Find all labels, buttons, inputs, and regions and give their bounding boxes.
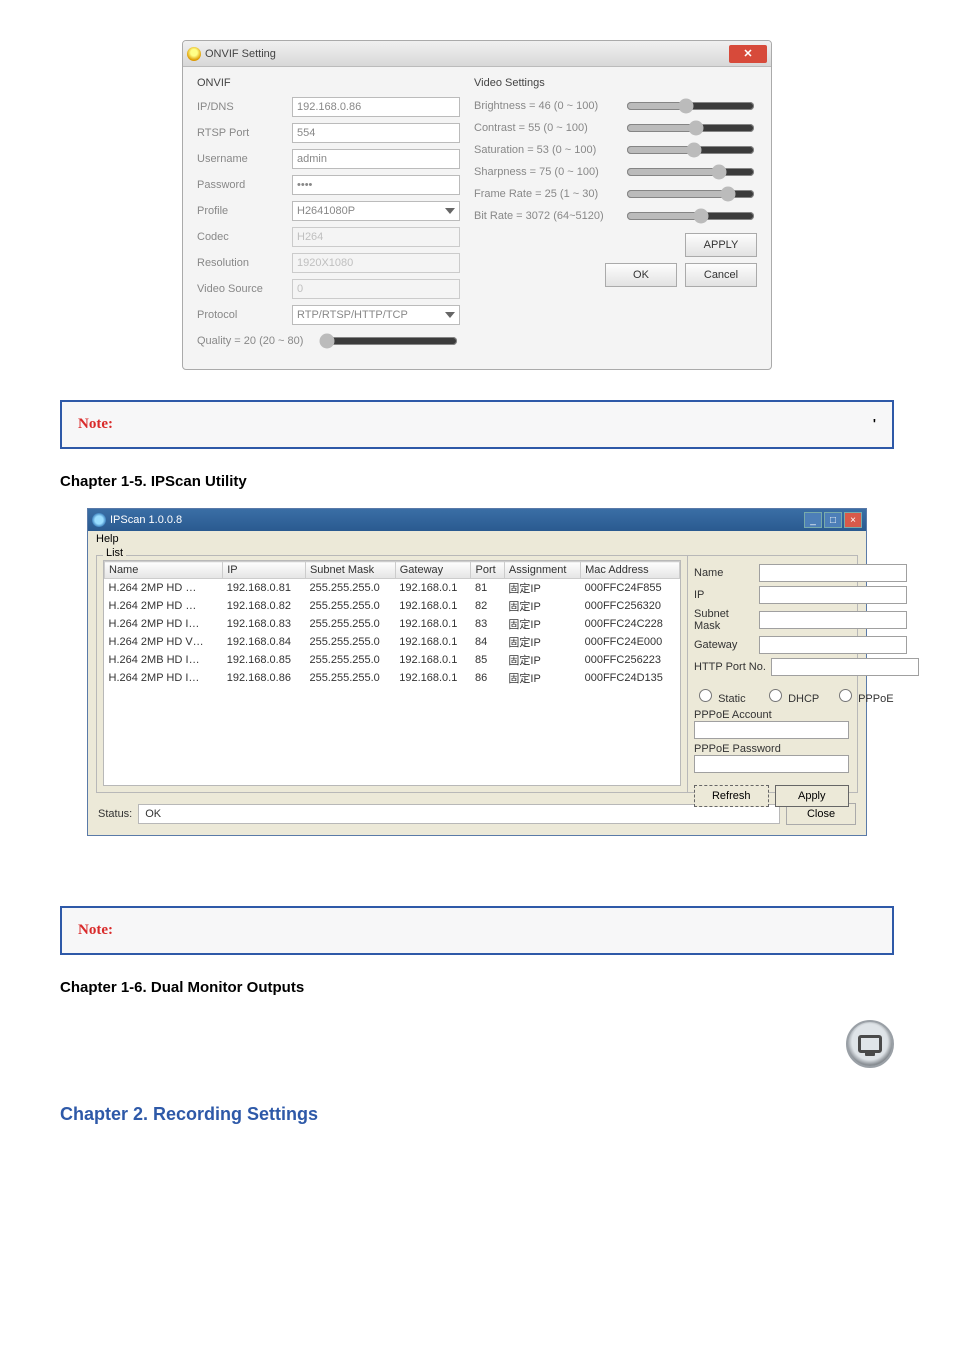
onvif-titlebar: ONVIF Setting ✕ [183, 41, 771, 67]
table-header[interactable]: IP [223, 562, 306, 579]
table-row[interactable]: H.264 2MP HD …192.168.0.82255.255.255.01… [105, 597, 680, 615]
table-header[interactable]: Subnet Mask [305, 562, 395, 579]
note-box-1: Note: ' [60, 400, 894, 449]
onvif-app-icon [187, 47, 201, 61]
device-edit-form: Name IP Subnet Mask Gateway HTTP Port No… [687, 556, 857, 792]
radio-dhcp[interactable]: DHCP [764, 686, 826, 705]
codec-select: H264 [292, 227, 460, 247]
user-label: Username [197, 153, 292, 165]
heading-2: Chapter 2. Recording Settings [60, 1104, 894, 1125]
table-header[interactable]: Assignment [504, 562, 580, 579]
resolution-select: 1920X1080 [292, 253, 460, 273]
minimize-icon[interactable]: _ [804, 512, 822, 528]
user-field[interactable] [292, 149, 460, 169]
ipscan-window: IPScan 1.0.0.8 _ □ × Help List NameIPSub… [87, 508, 867, 836]
side-gw-label: Gateway [694, 639, 756, 651]
brightness-label: Brightness = 46 (0 ~ 100) [474, 100, 624, 112]
heading-1-6: Chapter 1-6. Dual Monitor Outputs [60, 979, 894, 996]
close-window-icon[interactable]: × [844, 512, 862, 528]
sharpness-label: Sharpness = 75 (0 ~ 100) [474, 166, 624, 178]
table-row[interactable]: H.264 2MP HD V…192.168.0.84255.255.255.0… [105, 633, 680, 651]
table-row[interactable]: H.264 2MP HD I…192.168.0.86255.255.255.0… [105, 669, 680, 687]
vsrc-label: Video Source [197, 283, 292, 295]
framerate-label: Frame Rate = 25 (1 ~ 30) [474, 188, 624, 200]
pppoe-acct-label: PPPoE Account [694, 709, 772, 721]
res-label: Resolution [197, 257, 292, 269]
pppoe-pwd-field[interactable] [694, 755, 849, 773]
radio-pppoe[interactable]: PPPoE [834, 686, 896, 705]
saturation-label: Saturation = 53 (0 ~ 100) [474, 144, 624, 156]
protocol-select[interactable]: RTP/RTSP/HTTP/TCP [292, 305, 460, 325]
note-label-2: Note: [78, 922, 113, 939]
device-list-table: NameIPSubnet MaskGatewayPortAssignmentMa… [104, 561, 680, 687]
table-row[interactable]: H.264 2MP HD I…192.168.0.83255.255.255.0… [105, 615, 680, 633]
framerate-slider[interactable] [626, 186, 755, 202]
table-header[interactable]: Name [105, 562, 223, 579]
ipscan-app-icon [92, 513, 106, 527]
onvif-setting-dialog: ONVIF Setting ✕ ONVIF IP/DNS RTSP Port U… [182, 40, 772, 370]
ip-field[interactable] [292, 97, 460, 117]
contrast-slider[interactable] [626, 120, 755, 136]
pass-field[interactable] [292, 175, 460, 195]
rtsp-field[interactable] [292, 123, 460, 143]
side-port-field[interactable] [771, 658, 919, 676]
profile-label: Profile [197, 205, 292, 217]
ipscan-title-text: IPScan 1.0.0.8 [110, 514, 182, 526]
onvif-left-section: ONVIF [197, 77, 460, 89]
rtsp-label: RTSP Port [197, 127, 292, 139]
side-port-label: HTTP Port No. [694, 661, 768, 673]
pppoe-acct-field[interactable] [694, 721, 849, 739]
note-label: Note: [78, 416, 113, 433]
maximize-icon[interactable]: □ [824, 512, 842, 528]
codec-label: Codec [197, 231, 292, 243]
video-settings-section: Video Settings [474, 77, 757, 89]
refresh-button[interactable]: Refresh [694, 785, 769, 807]
cancel-button[interactable]: Cancel [685, 263, 757, 287]
side-apply-button[interactable]: Apply [775, 785, 850, 807]
profile-select[interactable]: H2641080P [292, 201, 460, 221]
brightness-slider[interactable] [626, 98, 755, 114]
side-ip-field[interactable] [759, 586, 907, 604]
table-header[interactable]: Port [471, 562, 504, 579]
pass-label: Password [197, 179, 292, 191]
status-label: Status: [98, 808, 132, 820]
table-header[interactable]: Gateway [395, 562, 471, 579]
side-mask-field[interactable] [759, 611, 907, 629]
table-header[interactable]: Mac Address [581, 562, 680, 579]
monitor-icon [846, 1020, 894, 1068]
heading-1-5: Chapter 1-5. IPScan Utility [60, 473, 894, 490]
onvif-title-text: ONVIF Setting [205, 48, 276, 60]
sharpness-slider[interactable] [626, 164, 755, 180]
side-name-label: Name [694, 567, 756, 579]
saturation-slider[interactable] [626, 142, 755, 158]
table-row[interactable]: H.264 2MP HD …192.168.0.81255.255.255.01… [105, 579, 680, 598]
side-name-field[interactable] [759, 564, 907, 582]
ipscan-titlebar: IPScan 1.0.0.8 _ □ × [88, 509, 866, 531]
menu-help[interactable]: Help [96, 533, 119, 545]
list-legend: List [103, 547, 126, 559]
table-row[interactable]: H.264 2MB HD I…192.168.0.85255.255.255.0… [105, 651, 680, 669]
side-mask-label: Subnet Mask [694, 608, 756, 632]
ok-button[interactable]: OK [605, 263, 677, 287]
radio-static[interactable]: Static [694, 686, 756, 705]
note-box-2: Note: [60, 906, 894, 955]
quality-label: Quality = 20 (20 ~ 80) [197, 335, 317, 347]
proto-label: Protocol [197, 309, 292, 321]
video-source-select: 0 [292, 279, 460, 299]
apply-button[interactable]: APPLY [685, 233, 757, 257]
bitrate-label: Bit Rate = 3072 (64~5120) [474, 210, 624, 222]
status-value: OK [138, 804, 780, 824]
close-icon[interactable]: ✕ [729, 45, 767, 63]
ip-label: IP/DNS [197, 101, 292, 113]
pppoe-pwd-label: PPPoE Password [694, 743, 781, 755]
contrast-label: Contrast = 55 (0 ~ 100) [474, 122, 624, 134]
side-ip-label: IP [694, 589, 756, 601]
bitrate-slider[interactable] [626, 208, 755, 224]
quality-slider[interactable] [319, 333, 458, 349]
side-gw-field[interactable] [759, 636, 907, 654]
note-body: ' [873, 416, 876, 431]
